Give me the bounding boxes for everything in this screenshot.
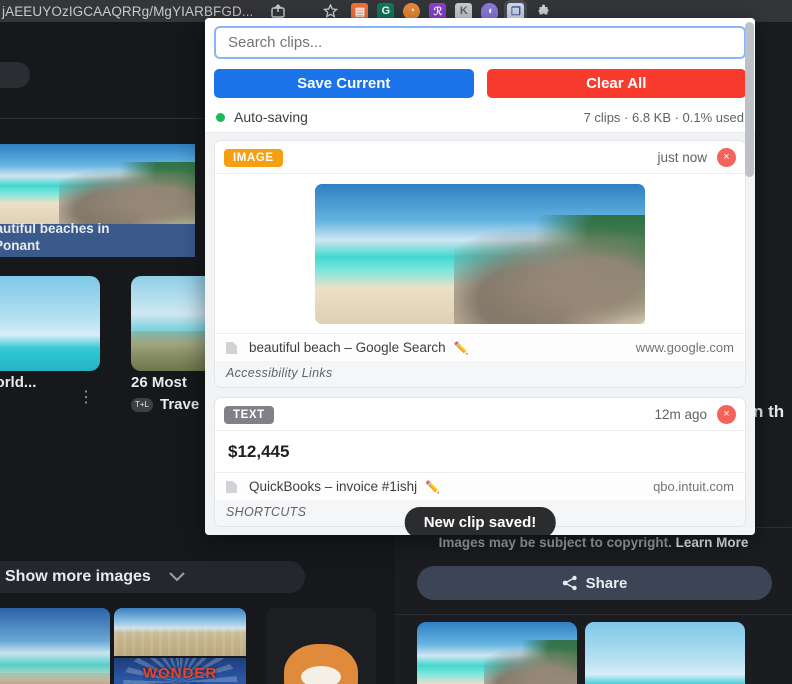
status-badge: TEXT — [224, 405, 274, 424]
grid-extension-icon[interactable]: ▤ — [351, 2, 369, 20]
clip-header: IMAGE just now × — [215, 141, 745, 174]
clip-timestamp: just now — [657, 150, 707, 165]
clip-source-row[interactable]: QuickBooks – invoice #1ishj ✏️ qbo.intui… — [215, 472, 745, 500]
image-card-thumbnail — [0, 608, 110, 684]
panel-divider-bottom — [395, 614, 792, 615]
clip-header-right: just now × — [657, 148, 736, 167]
clipboard-extension-icon[interactable]: ❐ — [507, 2, 525, 20]
image-card-rocks-2[interactable] — [585, 622, 745, 684]
image-card-thumbnail — [585, 622, 745, 684]
script-r-extension-icon[interactable]: ℛ — [429, 2, 447, 20]
search-input[interactable] — [214, 26, 746, 59]
ghost-extension-icon[interactable]: ◖ — [481, 2, 499, 20]
page-icon — [226, 480, 237, 493]
image-card-thumbnail — [417, 622, 577, 684]
edit-pencil-icon[interactable]: ✏️ — [454, 341, 469, 355]
search-row — [205, 18, 755, 66]
image-card-thumbnail — [0, 144, 195, 224]
kebab-menu-icon[interactable]: ⋮ — [78, 387, 95, 407]
clip-header: TEXT 12m ago × — [215, 398, 745, 431]
image-card-thumbnail — [0, 276, 100, 371]
save-current-button[interactable]: Save Current — [214, 69, 474, 98]
show-more-images-label: Show more images — [5, 568, 151, 585]
autosave-status: Auto-saving — [216, 109, 308, 125]
source-label: Trave — [160, 396, 200, 413]
clipboard-manager-popup: Save Current Clear All Auto-saving 7 cli… — [205, 18, 755, 535]
image-card-caption: st beautiful beaches in és – Ponant — [0, 221, 110, 253]
image-card-fox[interactable] — [266, 608, 376, 684]
fox-extension-icon[interactable]: ◔ — [403, 2, 421, 20]
action-row: Save Current Clear All — [205, 66, 755, 107]
image-card-thumbnail — [266, 608, 376, 684]
image-card-label-the-world: he World... — [0, 374, 37, 391]
clear-all-button[interactable]: Clear All — [486, 69, 746, 98]
image-card-coast[interactable] — [0, 608, 110, 684]
image-card-label-26-most: 26 Most — [131, 374, 187, 391]
share-nodes-icon — [562, 575, 577, 591]
share-button[interactable]: Share — [417, 566, 772, 600]
vertical-scrollbar[interactable] — [745, 22, 754, 177]
copyright-text: Images may be subject to copyright. — [438, 535, 672, 550]
clip-text-value[interactable]: $12,445 — [215, 431, 745, 472]
clip-source-title: QuickBooks – invoice #1ishj — [249, 479, 418, 494]
clip-source-domain: www.google.com — [635, 340, 734, 355]
image-card-the-world[interactable] — [0, 276, 100, 371]
list-item[interactable]: IMAGE just now × beautiful beach – Googl… — [214, 140, 746, 388]
autosave-label: Auto-saving — [234, 109, 308, 125]
status-row: Auto-saving 7 clips · 6.8 KB · 0.1% used — [205, 107, 755, 133]
image-card-thumbnail: WONDER WHEEL — [114, 658, 246, 684]
clip-source-title: beautiful beach – Google Search — [249, 340, 446, 355]
image-card-wonder-wheel[interactable]: WONDER WHEEL — [114, 658, 246, 684]
edit-pencil-icon[interactable]: ✏️ — [425, 480, 440, 494]
clip-list[interactable]: IMAGE just now × beautiful beach – Googl… — [205, 133, 755, 535]
copyright-notice: Images may be subject to copyright. Lear… — [395, 535, 792, 550]
address-bar-url[interactable]: jAEEUYOzIGCAAQRRg/MgYIARBFGD... — [2, 4, 253, 19]
image-card-ponant[interactable]: st beautiful beaches in és – Ponant — [0, 144, 195, 257]
clip-image-thumbnail[interactable] — [315, 184, 645, 325]
image-card-rocks-1[interactable] — [417, 622, 577, 684]
extensions-strip: ▤ G ◔ ℛ K ◖ ❐ — [351, 2, 525, 20]
scrollbar-track[interactable] — [744, 18, 755, 535]
image-card-source-tl: T+L Trave — [131, 396, 199, 413]
show-more-images-button[interactable]: Show more images — [0, 561, 305, 593]
learn-more-link[interactable]: Learn More — [676, 535, 749, 550]
storage-usage-text: 7 clips · 6.8 KB · 0.1% used — [583, 109, 744, 125]
clip-header-right: 12m ago × — [654, 405, 736, 424]
clip-footer: Accessibility Links — [215, 361, 745, 387]
clip-timestamp: 12m ago — [654, 407, 707, 422]
behind-text-fragment: n th — [753, 402, 785, 421]
chevron-down-icon — [169, 572, 185, 582]
image-card-dunes[interactable] — [114, 608, 246, 656]
clip-image-body — [215, 174, 745, 333]
k-extension-icon[interactable]: K — [455, 2, 473, 20]
travel-leisure-logo-icon: T+L — [131, 397, 153, 412]
grammarly-extension-icon[interactable]: G — [377, 2, 395, 20]
clip-source-row[interactable]: beautiful beach – Google Search ✏️ www.g… — [215, 333, 745, 361]
image-card-thumbnail — [114, 608, 246, 656]
close-icon[interactable]: × — [717, 405, 736, 424]
page-icon — [226, 341, 237, 354]
share-label: Share — [585, 574, 628, 592]
close-icon[interactable]: × — [717, 148, 736, 167]
clip-source-domain: qbo.intuit.com — [653, 479, 734, 494]
status-badge: IMAGE — [224, 148, 283, 167]
filter-chip-fragment[interactable]: e — [0, 62, 30, 88]
wonder-wheel-text: WONDER WHEEL — [142, 665, 218, 684]
status-dot-icon — [216, 112, 225, 122]
toast-notification: New clip saved! — [404, 507, 556, 535]
